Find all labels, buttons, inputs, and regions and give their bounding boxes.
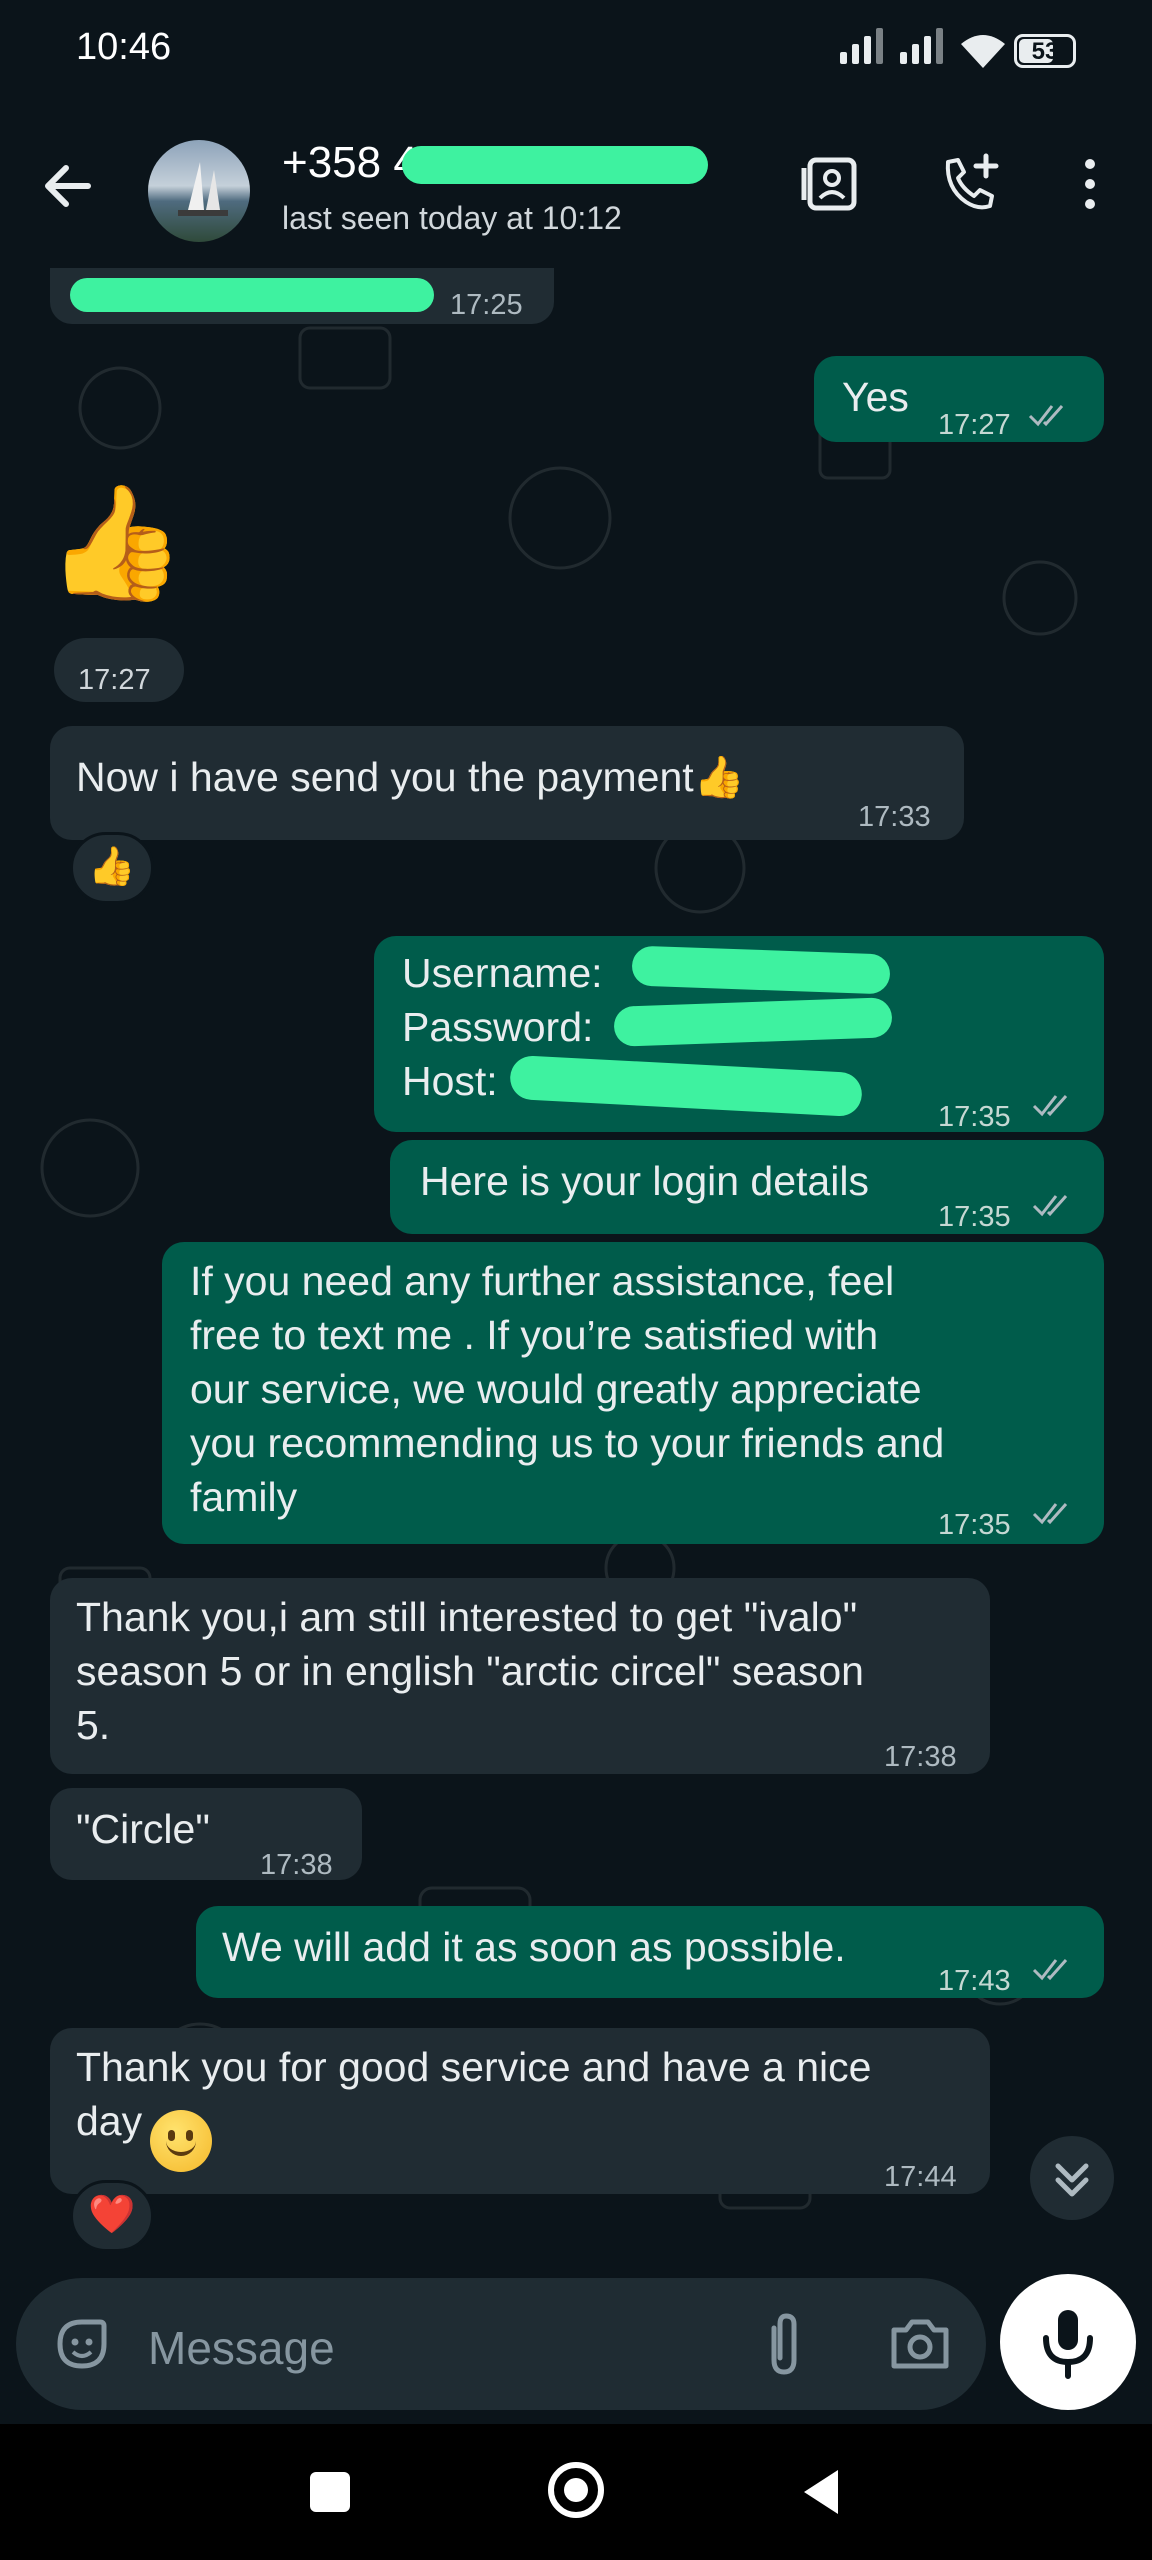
message-outgoing[interactable]: Here is your login details 17:35 [390,1140,1104,1234]
reaction-badge[interactable]: ❤️ [70,2180,154,2252]
double-check-icon [1028,405,1064,427]
message-time: 17:43 [938,1965,1011,1997]
message-text: We will add it as soon as possible. [222,1924,846,1970]
camera-icon[interactable] [886,2310,954,2376]
recents-button[interactable] [310,2472,350,2512]
message-text: If you need any further assistance, feel… [190,1258,945,1520]
message-text: Now i have send you the payment👍 [76,754,745,800]
message-incoming[interactable]: Thank you for good service and have a ni… [50,2028,990,2194]
battery-icon: 53 [1014,34,1076,68]
battery-level: 53 [1031,38,1059,65]
avatar[interactable] [148,140,250,242]
emoji-message[interactable]: 👍 [46,478,185,608]
message-time: 17:38 [260,1849,333,1881]
redaction-mark [402,146,708,184]
message-incoming[interactable]: 17:25 [50,268,554,324]
message-outgoing[interactable]: If you need any further assistance, feel… [162,1242,1104,1544]
password-label: Password: [402,1004,594,1050]
scroll-to-bottom-button[interactable] [1030,2136,1114,2220]
home-button[interactable] [548,2462,604,2518]
redaction-mark [70,278,434,312]
message-time: 17:33 [858,801,931,833]
mic-button[interactable] [1000,2274,1136,2410]
arrow-left-icon[interactable] [36,154,100,218]
redaction-mark [631,945,891,995]
contact-card-icon[interactable] [796,148,868,220]
username-label: Username: [402,950,603,996]
paperclip-icon[interactable] [752,2310,816,2380]
double-chevron-down-icon [1055,2163,1089,2197]
back-nav-icon[interactable] [798,2466,844,2518]
double-check-icon [1032,1095,1068,1117]
system-nav-bar [0,2424,1152,2560]
message-outgoing[interactable]: We will add it as soon as possible. 17:4… [196,1906,1104,1998]
message-outgoing[interactable]: Yes 17:27 [814,356,1104,442]
message-time: 17:35 [938,1509,1011,1541]
message-text: Thank you,i am still interested to get "… [76,1594,864,1748]
status-bar: 10:46 53 [0,0,1152,100]
status-time: 10:46 [76,26,172,68]
message-time: 17:27 [78,664,151,696]
message-time: 17:38 [884,1741,957,1773]
message-text: Here is your login details [420,1158,869,1204]
mic-icon [1043,2310,1093,2379]
redaction-mark [613,997,893,1047]
message-incoming[interactable]: Thank you,i am still interested to get "… [50,1578,990,1774]
double-check-icon [1032,1195,1068,1217]
wifi-icon [961,35,1005,68]
message-input-placeholder[interactable]: Message [148,2321,335,2375]
sticker-icon[interactable] [50,2312,114,2376]
add-call-icon[interactable] [934,148,1006,220]
double-check-icon [1032,1503,1068,1525]
message-incoming[interactable]: "Circle" 17:38 [50,1788,362,1881]
last-seen-status: last seen today at 10:12 [282,200,622,236]
message-time: 17:25 [450,289,523,321]
chat-area[interactable]: 17:25 Yes 17:27 👍 17:27 Now i have send … [0,268,1152,2280]
double-check-icon [1032,1959,1068,1981]
status-icons: 53 [836,28,1076,74]
message-time: 17:35 [938,1101,1011,1133]
smiley-emoji-icon [148,2110,212,2172]
message-time: 17:35 [938,1201,1011,1233]
message-text: Yes [842,374,909,420]
message-text: "Circle" [76,1806,210,1852]
message-time: 17:27 [938,409,1011,441]
chat-header: +358 40 7384777 last seen today at 10:12 [0,100,1152,269]
message-time-pill: 17:27 [54,638,184,702]
message-incoming[interactable]: Now i have send you the payment👍 17:33 [50,726,964,840]
message-outgoing[interactable]: Username: Password: Host: 17:35 [374,936,1104,1133]
reaction-badge[interactable]: 👍 [70,832,154,904]
more-vert-icon[interactable] [1054,148,1126,220]
message-time: 17:44 [884,2161,957,2193]
